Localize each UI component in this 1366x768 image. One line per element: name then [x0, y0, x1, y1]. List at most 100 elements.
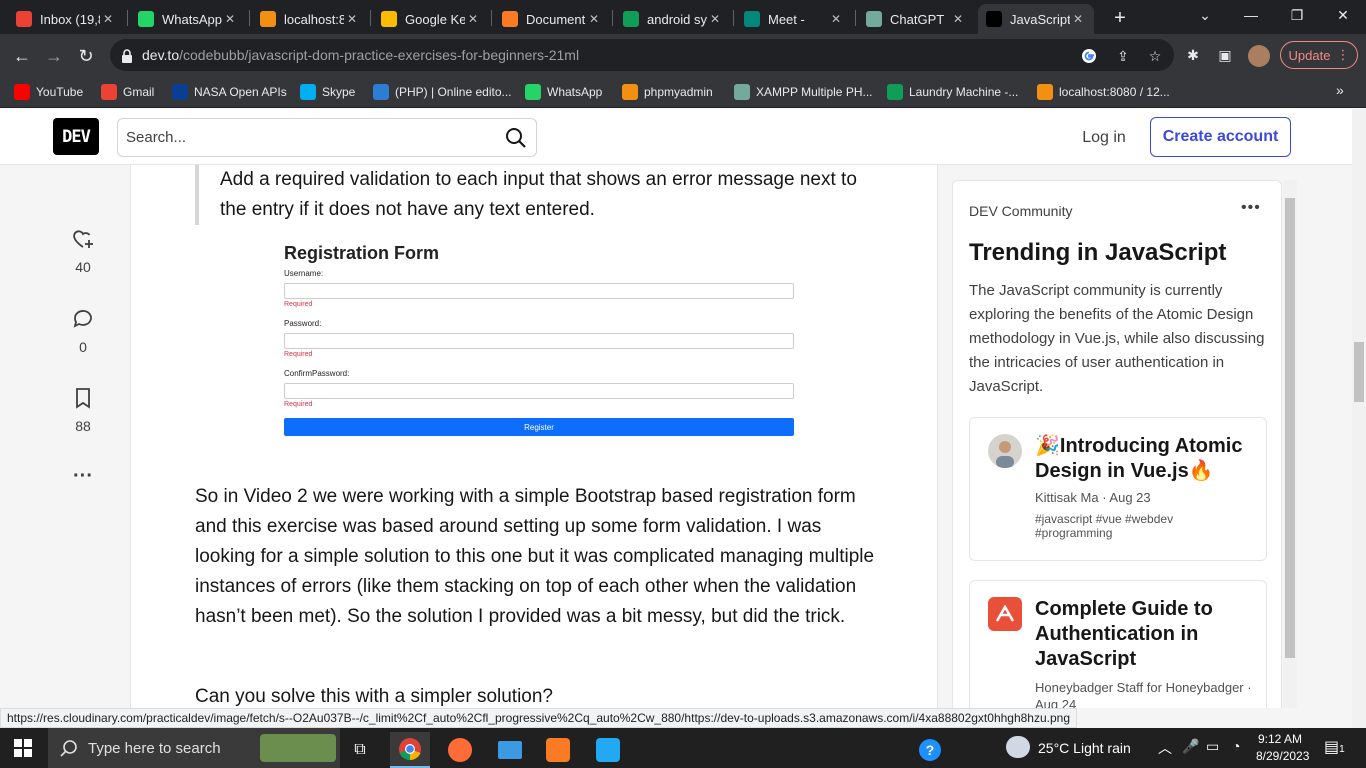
sidebar-more-icon[interactable]: •••	[1241, 199, 1261, 217]
tab-separator	[249, 10, 250, 26]
taskbar-search-box[interactable]: Type here to search	[48, 728, 340, 768]
sidebar-source[interactable]: DEV Community	[969, 203, 1072, 219]
tab-close-icon[interactable]: ✕	[586, 12, 602, 26]
tab-search-chevron-icon[interactable]: ⌄	[1182, 0, 1228, 30]
browser-tab[interactable]: Meet - ✕	[736, 4, 852, 34]
android-icon	[623, 11, 639, 27]
browser-tab[interactable]: Inbox (19,8 ✕	[8, 4, 124, 34]
reload-button[interactable]: ↻	[72, 42, 100, 70]
update-button[interactable]: Update ⋮	[1280, 41, 1358, 69]
browser-tab[interactable]: JavaScript ✕	[978, 4, 1094, 34]
comment-button[interactable]: 0	[60, 307, 106, 355]
google-meet-icon	[744, 11, 760, 27]
battery-icon[interactable]: ▭	[1206, 738, 1219, 755]
search-icon	[60, 740, 77, 757]
article-paragraph: So in Video 2 we were working with a sim…	[195, 486, 875, 627]
bookmark-item[interactable]: YouTube	[14, 82, 83, 102]
bookmark-button[interactable]: 88	[60, 386, 106, 434]
like-button[interactable]: 40	[60, 227, 106, 275]
dev-logo[interactable]: DEV	[53, 118, 99, 155]
weather-icon[interactable]	[1006, 736, 1030, 758]
comment-count: 0	[79, 339, 87, 355]
tab-close-icon[interactable]: ✕	[222, 12, 238, 26]
lock-icon[interactable]	[118, 47, 136, 65]
sidebar-scrollbar-thumb[interactable]	[1285, 198, 1295, 658]
card-title[interactable]: 🎉Introducing Atomic Design in Vue.js🔥	[1035, 434, 1255, 484]
browser-tab[interactable]: Google Ke ✕	[373, 4, 489, 34]
figure-password-input	[284, 333, 794, 349]
bookmark-item[interactable]: Laundry Machine -...	[887, 82, 1018, 102]
more-actions-button[interactable]: ···	[60, 465, 106, 488]
browser-tab[interactable]: Document ✕	[494, 4, 610, 34]
xampp-taskbar-icon[interactable]	[538, 732, 578, 768]
notification-icon[interactable]: ▤1	[1324, 737, 1345, 757]
tab-close-icon[interactable]: ✕	[344, 12, 360, 26]
more-bookmarks-chevron-icon[interactable]: »	[1336, 82, 1344, 98]
whatsapp-icon	[525, 84, 541, 100]
url-text[interactable]: dev.to/codebubb/javascript-dom-practice-…	[142, 47, 579, 63]
weather-text[interactable]: 25°C Light rain	[1038, 740, 1131, 756]
chrome-taskbar-icon[interactable]	[390, 732, 430, 768]
help-icon[interactable]: ?	[910, 732, 950, 768]
trending-card[interactable]: Complete Guide to Authentication in Java…	[969, 580, 1267, 708]
bookmark-item[interactable]: (PHP) | Online edito...	[373, 82, 512, 102]
tab-close-icon[interactable]: ✕	[100, 12, 116, 26]
google-icon[interactable]	[1080, 47, 1098, 65]
microphone-icon[interactable]: 🎤	[1182, 738, 1199, 755]
browser-tab[interactable]: ChatGPT ✕	[858, 4, 974, 34]
tab-title: Inbox (19,8	[40, 11, 100, 27]
trending-card[interactable]: 🎉Introducing Atomic Design in Vue.js🔥 Ki…	[969, 417, 1267, 561]
tab-close-icon[interactable]: ✕	[828, 12, 844, 26]
bookmark-item[interactable]: localhost:8080 / 12...	[1037, 82, 1170, 102]
page-scrollbar-thumb[interactable]	[1354, 342, 1364, 402]
registration-form-image[interactable]: Registration Form Username: Required Pas…	[271, 235, 811, 445]
extensions-icon[interactable]: ✱	[1184, 46, 1202, 64]
tab-close-icon[interactable]: ✕	[950, 12, 966, 26]
phpmyadmin-icon	[1037, 84, 1053, 100]
profile-avatar[interactable]	[1248, 45, 1270, 67]
bookmark-item[interactable]: WhatsApp	[525, 82, 602, 102]
author-avatar	[988, 597, 1022, 631]
create-account-button[interactable]: Create account	[1150, 117, 1291, 157]
windows-start-button[interactable]	[0, 728, 46, 768]
tray-chevron-icon[interactable]: ︿	[1158, 738, 1172, 758]
clock-time[interactable]: 9:12 AM	[1258, 732, 1302, 746]
tab-close-icon[interactable]: ✕	[1070, 12, 1086, 26]
php-icon	[373, 84, 389, 100]
card-tags[interactable]: #javascript #vue #webdev #programming	[1035, 512, 1235, 540]
new-tab-button[interactable]: +	[1108, 6, 1132, 30]
bookmark-item[interactable]: NASA Open APIs	[172, 82, 287, 102]
postman-taskbar-icon[interactable]	[440, 732, 480, 768]
restore-button[interactable]: ❐	[1274, 0, 1320, 30]
address-bar[interactable]: dev.to/codebubb/javascript-dom-practice-…	[110, 39, 1174, 71]
side-panel-icon[interactable]: ▣	[1216, 46, 1234, 64]
sidebar-scrollbar[interactable]	[1283, 180, 1297, 708]
browser-tab[interactable]: WhatsApp ✕	[130, 4, 246, 34]
browser-tab[interactable]: localhost:8 ✕	[252, 4, 368, 34]
bookmark-item[interactable]: phpmyadmin	[622, 82, 713, 102]
tab-separator	[491, 10, 492, 26]
vscode-taskbar-icon[interactable]	[588, 732, 628, 768]
forward-button[interactable]: →	[40, 42, 68, 70]
card-title[interactable]: Complete Guide to Authentication in Java…	[1035, 597, 1255, 672]
tab-close-icon[interactable]: ✕	[465, 12, 481, 26]
wifi-icon[interactable]: ◔	[1232, 738, 1240, 754]
login-link[interactable]: Log in	[1070, 118, 1138, 157]
share-icon[interactable]: ⇪	[1114, 47, 1132, 65]
minimize-button[interactable]: —	[1228, 0, 1274, 30]
bookmark-item[interactable]: Gmail	[101, 82, 154, 102]
browser-tab[interactable]: android sy ✕	[615, 4, 731, 34]
tab-close-icon[interactable]: ✕	[707, 12, 723, 26]
back-button[interactable]: ←	[8, 42, 36, 70]
task-view-icon[interactable]: ⧉	[340, 732, 380, 768]
search-input[interactable]: Search...	[117, 118, 537, 157]
bookmark-item[interactable]: XAMPP Multiple PH...	[734, 82, 872, 102]
bookmark-item[interactable]: Skype	[300, 82, 355, 102]
close-window-button[interactable]: ✕	[1320, 0, 1366, 30]
tab-title: JavaScript	[1010, 11, 1070, 27]
search-icon[interactable]	[504, 126, 528, 150]
page-scrollbar[interactable]	[1352, 109, 1366, 731]
file-explorer-taskbar-icon[interactable]	[490, 732, 530, 768]
clock-date[interactable]: 8/29/2023	[1256, 749, 1309, 763]
bookmark-star-icon[interactable]: ☆	[1146, 47, 1164, 65]
